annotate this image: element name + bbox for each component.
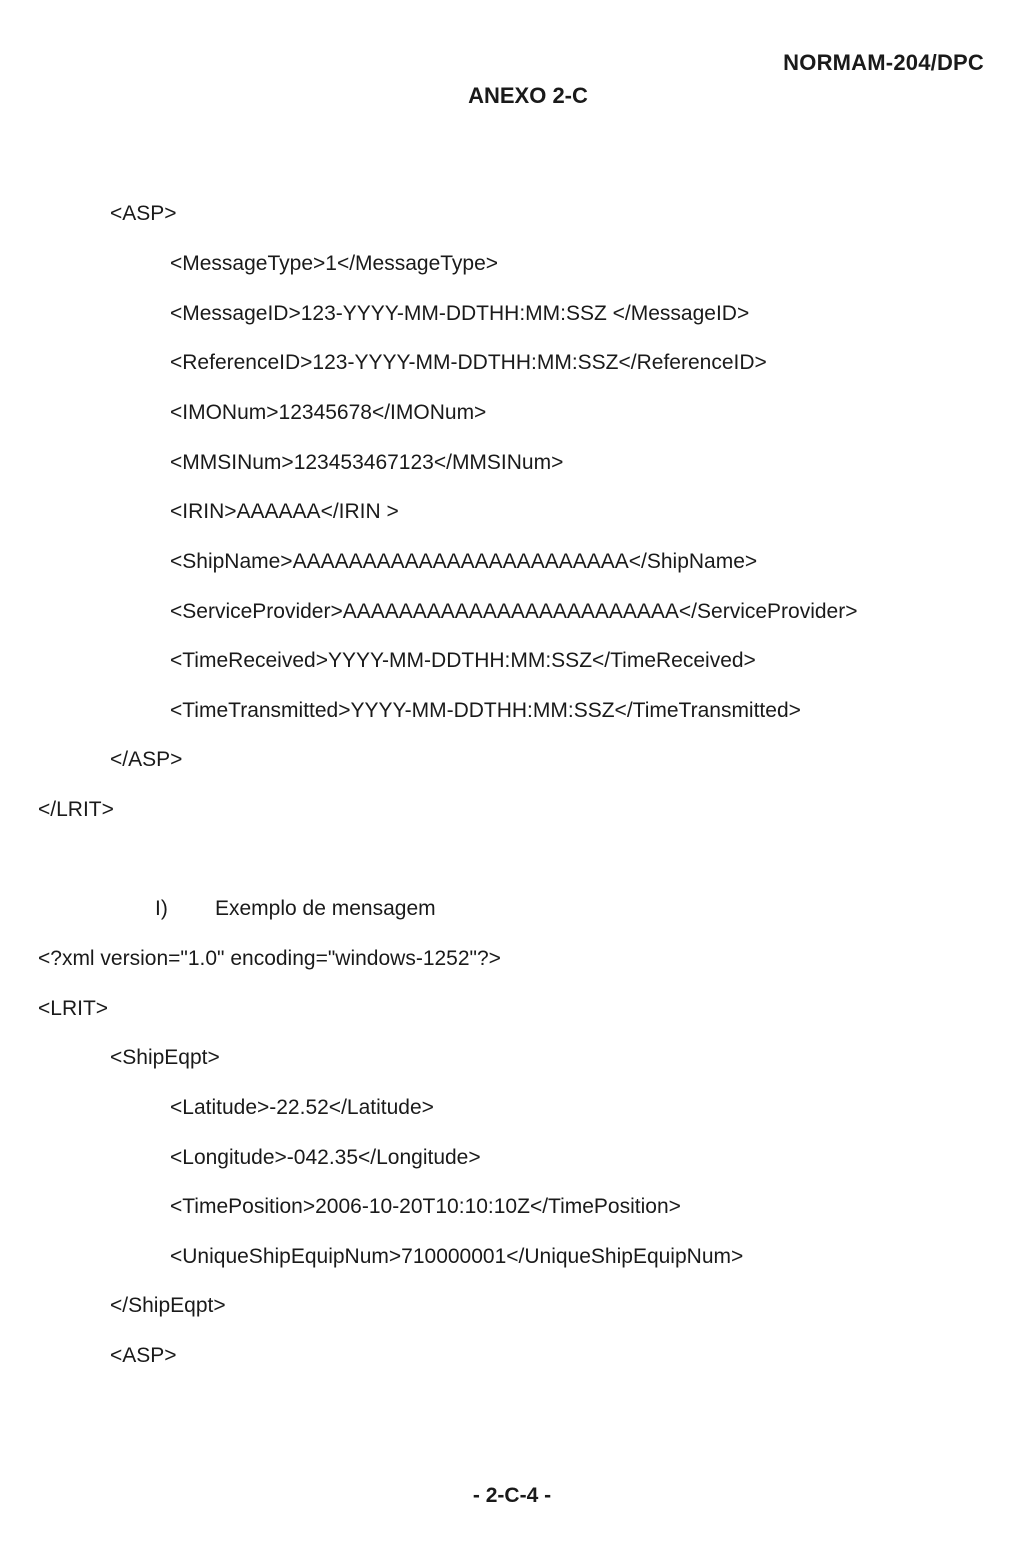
xml-line: <MessageID>123-YYYY-MM-DDTHH:MM:SSZ </Me…	[170, 302, 750, 325]
xml-line: </ASP>	[110, 748, 183, 771]
xml-line: <ServiceProvider>AAAAAAAAAAAAAAAAAAAAAAA…	[170, 600, 858, 623]
xml-line: <LRIT>	[38, 997, 109, 1020]
xml-line: <IMONum>12345678</IMONum>	[170, 401, 487, 424]
xml-line: <Longitude>-042.35</Longitude>	[170, 1146, 481, 1169]
xml-line: <TimePosition>2006-10-20T10:10:10Z</Time…	[170, 1195, 681, 1218]
section-number: I)	[155, 897, 168, 920]
xml-line: <TimeTransmitted>YYYY-MM-DDTHH:MM:SSZ</T…	[170, 699, 801, 722]
xml-line: </LRIT>	[38, 798, 114, 821]
document-page: NORMAM-204/DPC ANEXO 2-C <ASP> <MessageT…	[0, 0, 1024, 1559]
xml-line: <ShipName>AAAAAAAAAAAAAAAAAAAAAAAA</Ship…	[170, 550, 758, 573]
page-number: - 2-C-4 -	[472, 1484, 552, 1507]
xml-line: <IRIN>AAAAAA</IRIN >	[170, 500, 399, 523]
xml-line: <UniqueShipEquipNum>710000001</UniqueShi…	[170, 1245, 744, 1268]
xml-line: <MessageType>1</MessageType>	[170, 252, 499, 275]
xml-line: <MMSINum>123453467123</MMSINum>	[170, 451, 564, 474]
xml-line: <ShipEqpt>	[110, 1046, 220, 1069]
xml-line: <?xml version="1.0" encoding="windows-12…	[38, 947, 501, 970]
xml-line: <ASP>	[110, 1344, 177, 1367]
xml-line: <TimeReceived>YYYY-MM-DDTHH:MM:SSZ</Time…	[170, 649, 756, 672]
xml-line: <ReferenceID>123-YYYY-MM-DDTHH:MM:SSZ</R…	[170, 351, 767, 374]
xml-line: </ShipEqpt>	[110, 1294, 226, 1317]
annex-title: ANEXO 2-C	[468, 83, 588, 108]
section-title: Exemplo de mensagem	[215, 897, 436, 920]
xml-line: <Latitude>-22.52</Latitude>	[170, 1096, 434, 1119]
document-code: NORMAM-204/DPC	[783, 50, 984, 75]
xml-line: <ASP>	[110, 202, 177, 225]
